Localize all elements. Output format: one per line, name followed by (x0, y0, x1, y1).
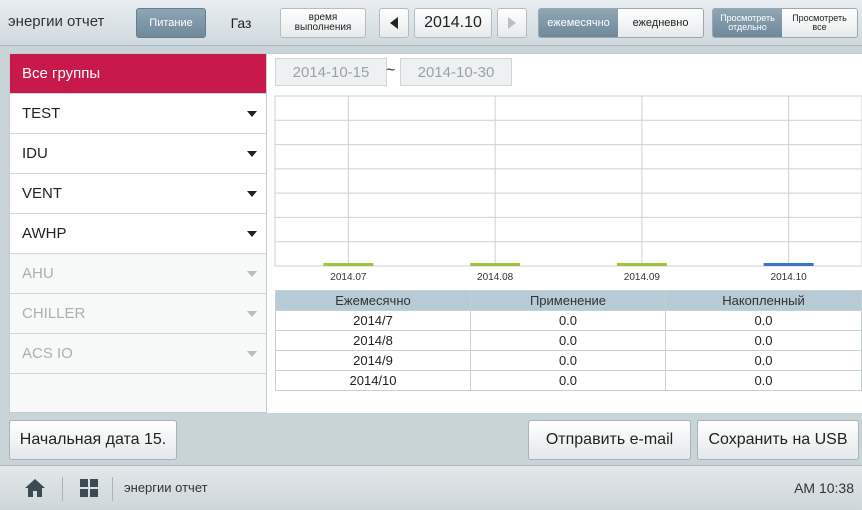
period-value: 2014.10 (424, 14, 482, 31)
tab-power[interactable]: Питание (136, 8, 206, 38)
x-tick-label: 2014.07 (330, 272, 367, 283)
col-header-usage: Применение (470, 290, 666, 311)
chevron-down-icon (247, 151, 257, 157)
status-bar: энергии отчет AM 10:38 (0, 465, 862, 510)
plot-area (274, 95, 862, 267)
runtime-button[interactable]: время выполнения (280, 8, 366, 38)
sidebar-item-label: IDU (22, 145, 48, 162)
home-icon[interactable] (24, 478, 46, 498)
table-cell: 0.0 (665, 330, 862, 351)
runtime-button-label: время выполнения (294, 12, 352, 33)
table-row: 2014/9 0.0 0.0 (275, 350, 862, 371)
tab-daily[interactable]: ежедневно (618, 9, 703, 37)
chevron-down-icon (247, 311, 257, 317)
tab-gas[interactable]: Газ (209, 8, 273, 38)
chevron-down-icon (247, 111, 257, 117)
table-cell: 2014/8 (275, 330, 471, 351)
chart-bar (470, 263, 521, 266)
table-row: 2014/7 0.0 0.0 (275, 310, 862, 331)
table-cell: 0.0 (470, 350, 666, 371)
x-tick-label: 2014.09 (624, 272, 661, 283)
sidebar-item-test[interactable]: TEST (10, 94, 266, 134)
tab-view-all-label: Просмотреть все (792, 13, 847, 32)
sidebar-item-all-groups[interactable]: Все группы (10, 54, 266, 94)
col-header-cumulative: Накопленный (665, 290, 862, 311)
report-panel: 2014-10-15 ~ 2014-10-30 2014.07 2014.08 20… (267, 53, 862, 413)
view-toggle: Просмотреть отдельно Просмотреть все (712, 8, 858, 38)
mode-toggle: ежемесячно ежедневно (538, 8, 704, 38)
app-title: энергии отчет (8, 13, 105, 30)
range-separator: ~ (386, 62, 396, 79)
end-date-field[interactable]: 2014-10-30 (400, 58, 512, 86)
chevron-down-icon (247, 271, 257, 277)
table-row: 2014/10 0.0 0.0 (275, 370, 862, 391)
sidebar-item-label: TEST (22, 105, 61, 122)
divider (112, 477, 113, 501)
start-date-button-label: Начальная дата 15. (19, 431, 167, 448)
save-usb-button-label: Сохранить на USB (708, 431, 848, 448)
chevron-down-icon (247, 191, 257, 197)
sidebar-item-label: ACS IO (22, 345, 73, 362)
table-cell: 0.0 (470, 310, 666, 331)
sidebar-item-label: AWHP (22, 225, 67, 242)
tab-view-separately-label: Просмотреть отдельно (720, 13, 775, 32)
tab-view-separately[interactable]: Просмотреть отдельно (713, 9, 783, 37)
period-display: 2014.10 (414, 8, 492, 38)
sidebar-item-label: AHU (22, 265, 54, 282)
start-date-field[interactable]: 2014-10-15 (275, 58, 387, 86)
chart-bar (763, 263, 814, 266)
x-tick-label: 2014.10 (771, 272, 808, 283)
table-cell: 0.0 (470, 370, 666, 391)
energy-table: Ежемесячно Применение Накопленный 2014/7… (275, 290, 862, 391)
chart-bar (323, 263, 374, 266)
grid-menu-icon[interactable] (80, 479, 98, 497)
tab-monthly-label: ежемесячно (547, 17, 610, 29)
send-email-button-label: Отправить e-mail (545, 431, 674, 448)
table-cell: 2014/9 (275, 350, 471, 371)
sidebar-item-awhp[interactable]: AWHP (10, 214, 266, 254)
clock: AM 10:38 (794, 480, 854, 496)
tab-power-label: Питание (149, 17, 193, 29)
tab-daily-label: ежедневно (632, 17, 689, 29)
arrow-left-icon (390, 17, 398, 29)
x-tick-label: 2014.08 (477, 272, 514, 283)
table-cell: 0.0 (665, 350, 862, 371)
next-period-button[interactable] (497, 8, 527, 38)
start-date-value: 2014-10-15 (292, 63, 370, 81)
table-cell: 2014/10 (275, 370, 471, 391)
chart-bar (616, 263, 667, 266)
table-row: 2014/8 0.0 0.0 (275, 330, 862, 351)
sidebar-item-chiller: CHILLER (10, 294, 266, 334)
monthly-energy-chart: 2014.07 2014.08 2014.09 2014.10 (274, 95, 862, 283)
tab-monthly[interactable]: ежемесячно (539, 9, 619, 37)
top-toolbar: энергии отчет Питание Газ время выполнен… (0, 0, 862, 46)
end-date-value: 2014-10-30 (417, 63, 495, 81)
start-date-button[interactable]: Начальная дата 15. (9, 420, 177, 460)
tab-gas-label: Газ (230, 15, 252, 31)
table-cell: 0.0 (665, 310, 862, 331)
breadcrumb: энергии отчет (124, 480, 208, 495)
divider (62, 477, 63, 501)
prev-period-button[interactable] (379, 8, 409, 38)
table-cell: 0.0 (470, 330, 666, 351)
sidebar-item-vent[interactable]: VENT (10, 174, 266, 214)
tab-view-all[interactable]: Просмотреть все (782, 9, 857, 37)
group-sidebar: Все группы TEST IDU VENT AWHP AHU CHILLE… (9, 53, 267, 413)
sidebar-item-acs-io: ACS IO (10, 334, 266, 374)
sidebar-item-label: Все группы (22, 65, 101, 82)
save-usb-button[interactable]: Сохранить на USB (697, 420, 859, 460)
table-cell: 2014/7 (275, 310, 471, 331)
send-email-button[interactable]: Отправить e-mail (528, 420, 691, 460)
sidebar-item-label: VENT (22, 185, 63, 202)
sidebar-item-idu[interactable]: IDU (10, 134, 266, 174)
sidebar-item-ahu: AHU (10, 254, 266, 294)
table-cell: 0.0 (665, 370, 862, 391)
chevron-down-icon (247, 231, 257, 237)
arrow-right-icon (508, 17, 516, 29)
col-header-monthly: Ежемесячно (275, 290, 471, 311)
table-header-row: Ежемесячно Применение Накопленный (275, 290, 862, 311)
sidebar-item-label: CHILLER (22, 305, 86, 322)
chevron-down-icon (247, 351, 257, 357)
